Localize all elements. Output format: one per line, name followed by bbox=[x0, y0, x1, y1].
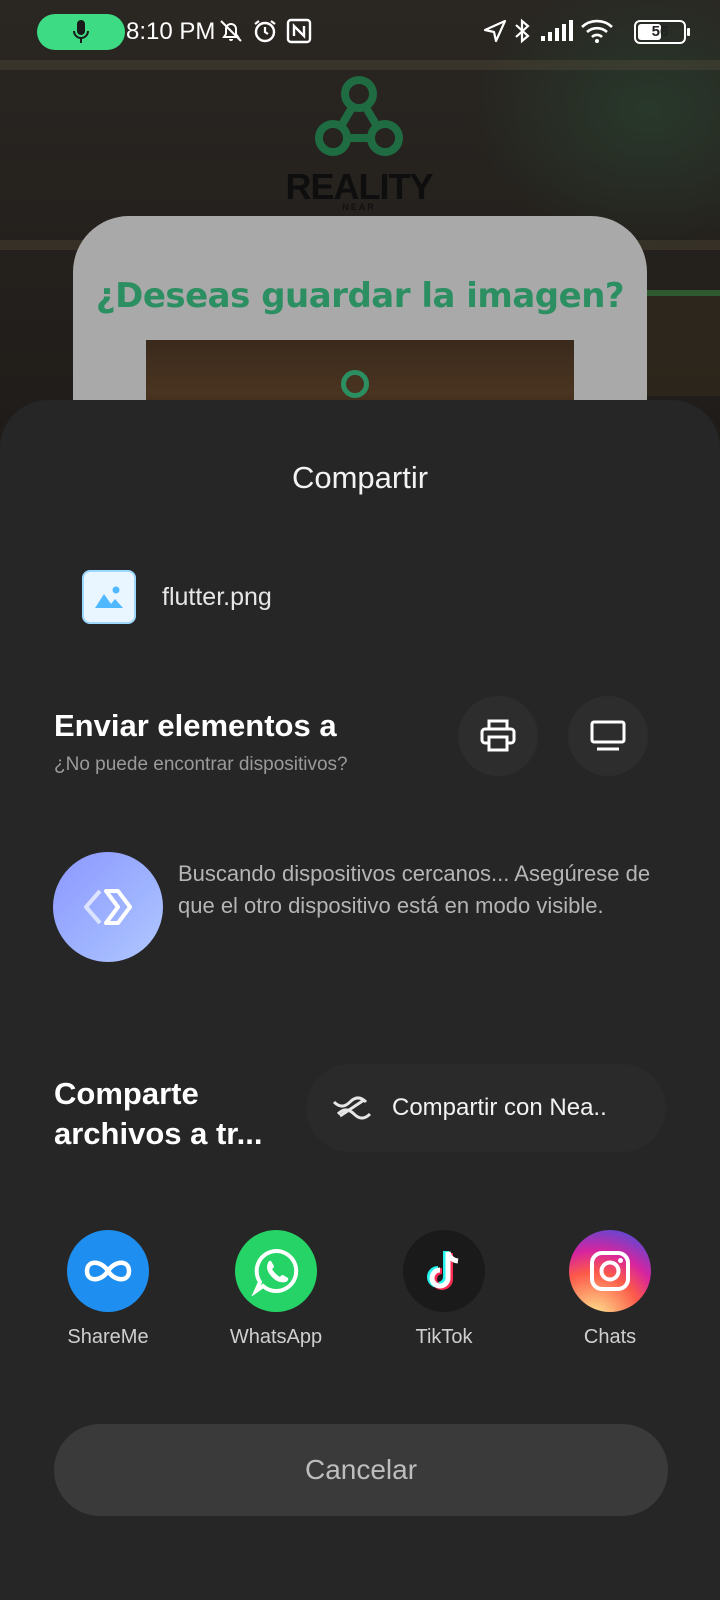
logo-mark-icon bbox=[315, 76, 403, 156]
nfc-icon bbox=[286, 18, 312, 44]
app-label: TikTok bbox=[415, 1326, 473, 1348]
app-target-whatsapp[interactable]: WhatsApp bbox=[206, 1230, 346, 1349]
mute-bell-icon bbox=[220, 20, 242, 42]
nearby-scan-indicator bbox=[53, 852, 163, 962]
cant-find-devices-link[interactable]: ¿No puede encontrar dispositivos? bbox=[54, 754, 348, 776]
battery-level-text: 56 bbox=[651, 23, 669, 40]
cancel-button[interactable]: Cancelar bbox=[54, 1424, 668, 1516]
printer-icon bbox=[480, 719, 516, 752]
battery-icon: 56 bbox=[634, 20, 690, 44]
battery-nub bbox=[687, 28, 690, 36]
app-target-shareme[interactable]: ShareMe bbox=[38, 1230, 178, 1349]
tiktok-icon bbox=[403, 1230, 485, 1312]
preview-logo-icon bbox=[341, 370, 369, 398]
app-label: Chats bbox=[583, 1326, 637, 1348]
app-target-tiktok[interactable]: TikTok bbox=[374, 1230, 514, 1349]
nearby-share-label: Compartir con Nea.. bbox=[392, 1094, 607, 1121]
mic-indicator[interactable] bbox=[37, 14, 125, 50]
send-items-title: Enviar elementos a bbox=[54, 708, 337, 743]
status-bar: 8:10 PM 56 bbox=[0, 0, 720, 64]
app-logo: REALITY NEAR bbox=[284, 72, 434, 212]
wifi-icon bbox=[581, 19, 613, 43]
print-button[interactable] bbox=[458, 696, 538, 776]
share-sheet-title: Compartir bbox=[291, 460, 429, 495]
mic-icon bbox=[73, 20, 89, 43]
shareme-icon bbox=[67, 1230, 149, 1312]
nearby-share-icon bbox=[332, 1096, 372, 1120]
signal-icon bbox=[541, 20, 573, 41]
nearby-devices-icon bbox=[84, 889, 132, 925]
nearby-search-status: Buscando dispositivos cercanos... Asegúr… bbox=[178, 861, 651, 918]
app-target-chats[interactable]: Chats bbox=[540, 1230, 680, 1349]
shared-file: flutter.png bbox=[82, 570, 272, 624]
nearby-share-button[interactable]: Compartir con Nea.. bbox=[306, 1064, 666, 1152]
bluetooth-icon bbox=[515, 18, 530, 44]
instagram-icon bbox=[569, 1230, 651, 1312]
share-via-title: Comparte archivos a tr... bbox=[54, 1076, 263, 1151]
share-sheet: Compartir flutter.png Enviar elementos a… bbox=[0, 400, 720, 1600]
app-label: WhatsApp bbox=[229, 1326, 323, 1348]
cast-screen-button[interactable] bbox=[568, 696, 648, 776]
status-time: 8:10 PM bbox=[126, 18, 216, 45]
image-file-icon bbox=[82, 570, 136, 624]
dialog-title: ¿Deseas guardar la imagen? bbox=[95, 276, 625, 316]
whatsapp-icon bbox=[235, 1230, 317, 1312]
location-icon bbox=[483, 19, 507, 43]
alarm-icon bbox=[254, 20, 276, 43]
monitor-icon bbox=[590, 720, 626, 751]
background-frame bbox=[640, 290, 720, 396]
file-name: flutter.png bbox=[162, 582, 272, 611]
app-label: ShareMe bbox=[67, 1326, 149, 1348]
